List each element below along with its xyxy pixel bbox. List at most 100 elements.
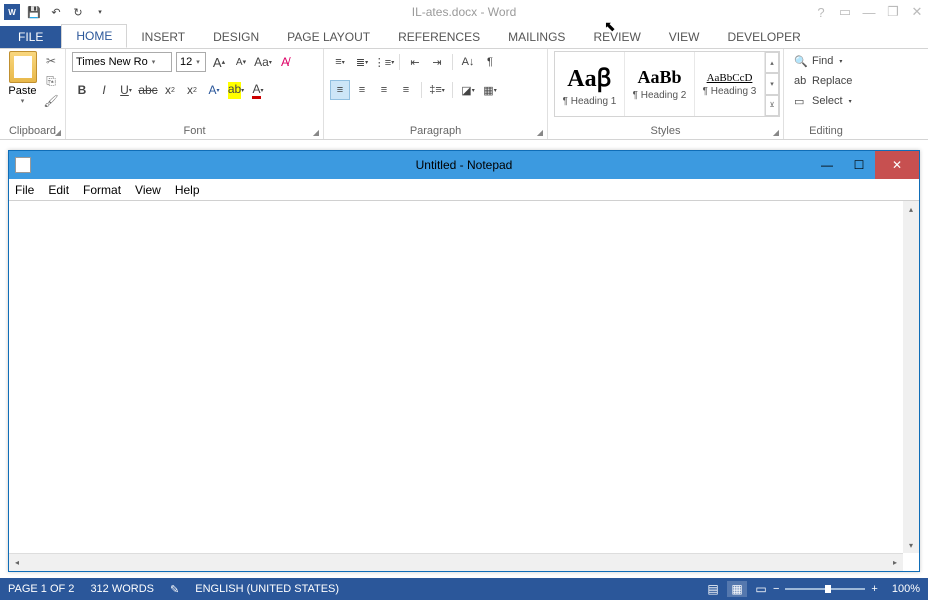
- ribbon-options-icon[interactable]: ▭: [838, 5, 852, 19]
- group-paragraph: ≡▾ ≣▾ ⋮≡▾ ⇤ ⇥ A↓ ¶ ≡ ≡ ≡ ≡ ‡≡▾ ◪▾ ▦▾: [324, 49, 548, 139]
- shading-icon[interactable]: ◪▾: [458, 80, 478, 100]
- tab-home[interactable]: HOME: [61, 24, 127, 48]
- line-spacing-icon[interactable]: ‡≡▾: [427, 80, 447, 100]
- font-launcher-icon[interactable]: ◢: [313, 128, 319, 137]
- superscript-button[interactable]: x2: [182, 80, 202, 100]
- zoom-in-icon[interactable]: +: [871, 583, 877, 595]
- print-layout-icon[interactable]: ▦: [727, 581, 747, 597]
- paste-button[interactable]: Paste ▾: [6, 51, 39, 125]
- notepad-menu-format[interactable]: Format: [83, 183, 121, 197]
- decrease-indent-icon[interactable]: ⇤: [405, 52, 425, 72]
- status-proofing-icon[interactable]: ✎: [170, 583, 179, 596]
- group-font: Times New Ro▾ 12▾ A▴ A▾ Aa▾ A̸ B I U▾ ab…: [66, 49, 324, 139]
- font-color-icon[interactable]: A▾: [248, 80, 268, 100]
- text-effects-icon[interactable]: A▾: [204, 80, 224, 100]
- group-editing: 🔍Find▾ abReplace ▭Select▾ Editing: [784, 49, 868, 139]
- style-heading1[interactable]: Aaꞵ ¶ Heading 1: [555, 52, 625, 116]
- multilevel-icon[interactable]: ⋮≡▾: [374, 52, 394, 72]
- clipboard-launcher-icon[interactable]: ◢: [55, 128, 61, 137]
- align-left-icon[interactable]: ≡: [330, 80, 350, 100]
- find-button[interactable]: 🔍Find▾: [790, 51, 862, 71]
- notepad-menu-view[interactable]: View: [135, 183, 161, 197]
- notepad-menu-file[interactable]: File: [15, 183, 34, 197]
- read-mode-icon[interactable]: ▤: [703, 581, 723, 597]
- redo-icon[interactable]: ↻: [70, 4, 86, 20]
- tab-developer[interactable]: DEVELOPER: [713, 26, 814, 48]
- styles-scroll-down-icon[interactable]: ▾: [765, 73, 779, 94]
- tab-view[interactable]: VIEW: [655, 26, 714, 48]
- subscript-button[interactable]: x2: [160, 80, 180, 100]
- bullets-icon[interactable]: ≡▾: [330, 52, 350, 72]
- notepad-menu-help[interactable]: Help: [175, 183, 200, 197]
- styles-more-icon[interactable]: ⊻: [765, 95, 779, 116]
- numbering-icon[interactable]: ≣▾: [352, 52, 372, 72]
- zoom-out-icon[interactable]: −: [773, 583, 779, 595]
- notepad-close-icon[interactable]: ✕: [875, 151, 919, 179]
- justify-icon[interactable]: ≡: [396, 80, 416, 100]
- web-layout-icon[interactable]: ▭: [751, 581, 771, 597]
- word-titlebar: W 💾 ↶ ↻ ▾ IL-ates.docx - Word ? ▭ — ❐ ✕: [0, 0, 928, 24]
- clear-formatting-icon[interactable]: A̸: [276, 52, 294, 72]
- italic-button[interactable]: I: [94, 80, 114, 100]
- notepad-titlebar[interactable]: Untitled - Notepad — ☐ ✕: [9, 151, 919, 179]
- style-heading3[interactable]: AaBbCcD ¶ Heading 3: [695, 52, 765, 116]
- styles-launcher-icon[interactable]: ◢: [773, 128, 779, 137]
- font-name-combo[interactable]: Times New Ro▾: [72, 52, 172, 72]
- sort-icon[interactable]: A↓: [458, 52, 478, 72]
- scroll-right-icon[interactable]: ▸: [887, 554, 903, 571]
- scroll-down-icon[interactable]: ▾: [903, 537, 919, 553]
- help-icon[interactable]: ?: [814, 5, 828, 19]
- tab-page-layout[interactable]: PAGE LAYOUT: [273, 26, 384, 48]
- scroll-left-icon[interactable]: ◂: [9, 554, 25, 571]
- minimize-icon[interactable]: —: [862, 5, 876, 19]
- save-icon[interactable]: 💾: [26, 4, 42, 20]
- tab-review[interactable]: REVIEW: [579, 26, 654, 48]
- notepad-maximize-icon[interactable]: ☐: [843, 151, 875, 179]
- borders-icon[interactable]: ▦▾: [480, 80, 500, 100]
- notepad-title: Untitled - Notepad: [416, 158, 513, 172]
- restore-icon[interactable]: ❐: [886, 5, 900, 19]
- format-painter-icon[interactable]: 🖌: [43, 93, 59, 109]
- tab-file[interactable]: FILE: [0, 26, 61, 48]
- notepad-text-area[interactable]: [9, 201, 919, 553]
- change-case-icon[interactable]: Aa▾: [254, 52, 272, 72]
- highlight-icon[interactable]: ab▾: [226, 80, 246, 100]
- tab-references[interactable]: REFERENCES: [384, 26, 494, 48]
- show-marks-icon[interactable]: ¶: [480, 52, 500, 72]
- select-button[interactable]: ▭Select▾: [790, 91, 862, 111]
- notepad-menu-edit[interactable]: Edit: [48, 183, 69, 197]
- status-page[interactable]: PAGE 1 OF 2: [8, 583, 74, 595]
- tab-insert[interactable]: INSERT: [127, 26, 199, 48]
- notepad-icon: [15, 157, 31, 173]
- cut-icon[interactable]: ✂: [43, 53, 59, 69]
- align-center-icon[interactable]: ≡: [352, 80, 372, 100]
- status-language[interactable]: ENGLISH (UNITED STATES): [195, 583, 339, 595]
- tab-design[interactable]: DESIGN: [199, 26, 273, 48]
- copy-icon[interactable]: ⎘: [43, 73, 59, 89]
- font-size-combo[interactable]: 12▾: [176, 52, 206, 72]
- scroll-up-icon[interactable]: ▴: [903, 201, 919, 217]
- replace-button[interactable]: abReplace: [790, 71, 862, 91]
- qat-customize-icon[interactable]: ▾: [92, 4, 108, 20]
- styles-scroll-up-icon[interactable]: ▴: [765, 52, 779, 73]
- undo-icon[interactable]: ↶: [48, 4, 64, 20]
- zoom-slider[interactable]: [785, 588, 865, 590]
- zoom-level[interactable]: 100%: [892, 583, 920, 595]
- status-words[interactable]: 312 WORDS: [90, 583, 154, 595]
- styles-label: Styles: [651, 125, 681, 137]
- shrink-font-icon[interactable]: A▾: [232, 52, 250, 72]
- align-right-icon[interactable]: ≡: [374, 80, 394, 100]
- tab-mailings[interactable]: MAILINGS: [494, 26, 579, 48]
- increase-indent-icon[interactable]: ⇥: [427, 52, 447, 72]
- notepad-vscrollbar[interactable]: ▴ ▾: [903, 201, 919, 553]
- notepad-minimize-icon[interactable]: —: [811, 151, 843, 179]
- paragraph-launcher-icon[interactable]: ◢: [537, 128, 543, 137]
- strikethrough-button[interactable]: abc: [138, 80, 158, 100]
- style-heading2[interactable]: AaBb ¶ Heading 2: [625, 52, 695, 116]
- close-icon[interactable]: ✕: [910, 5, 924, 19]
- underline-button[interactable]: U▾: [116, 80, 136, 100]
- notepad-hscrollbar[interactable]: ◂ ▸: [9, 553, 903, 571]
- grow-font-icon[interactable]: A▴: [210, 52, 228, 72]
- bold-button[interactable]: B: [72, 80, 92, 100]
- find-icon: 🔍: [794, 55, 808, 68]
